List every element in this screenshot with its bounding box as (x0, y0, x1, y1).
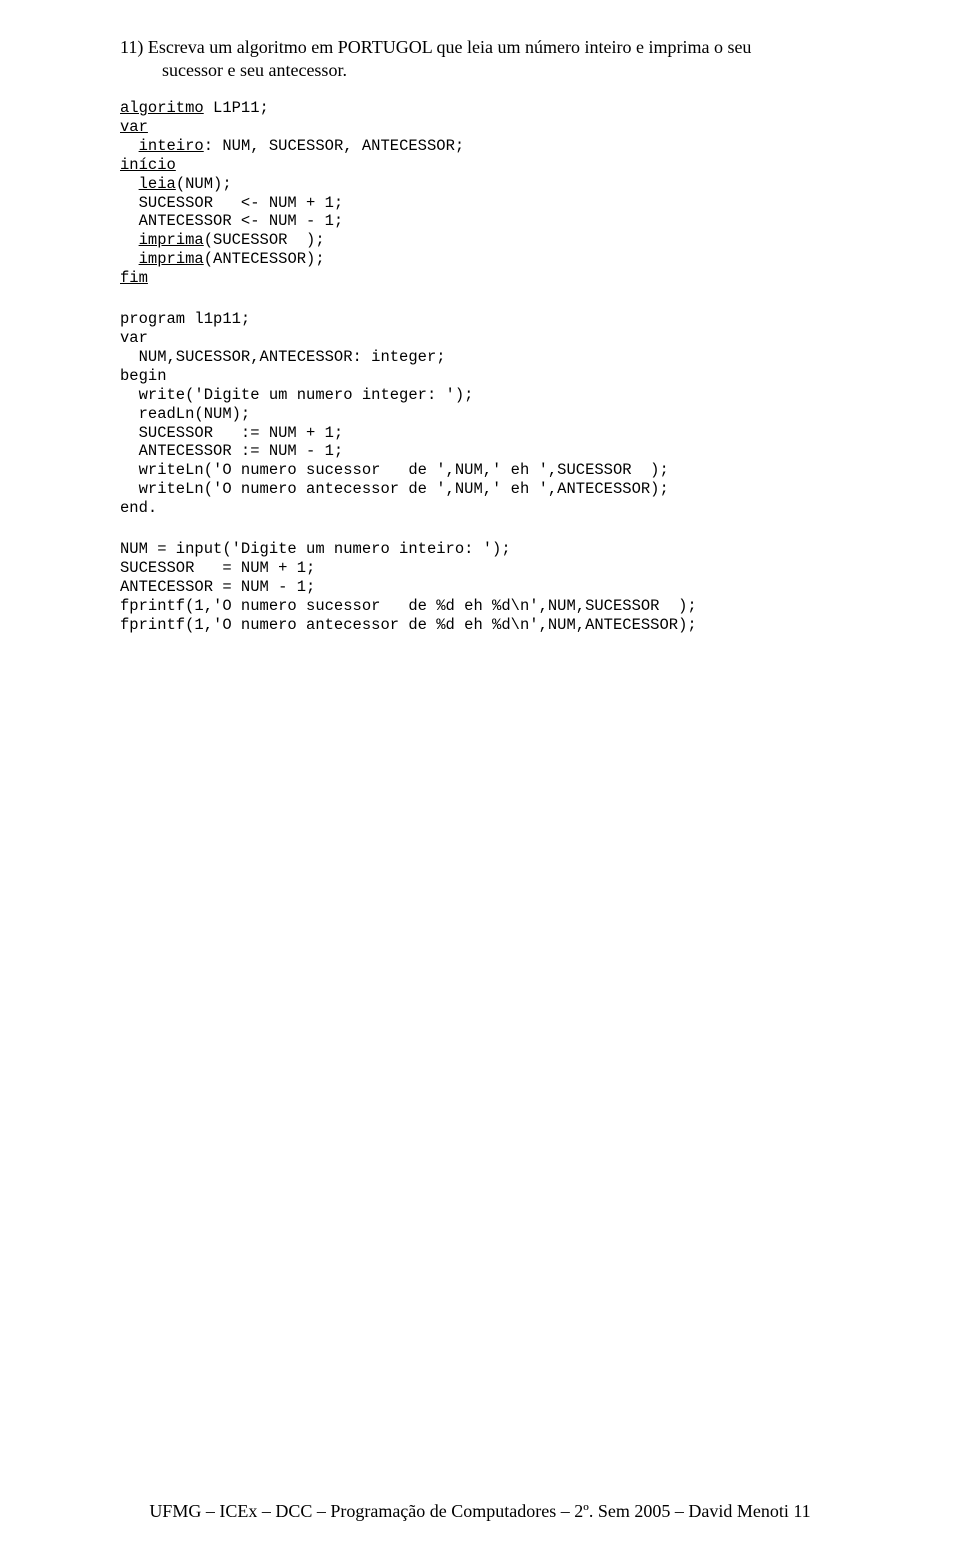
pascal-l9: writeLn('O numero sucessor de ',NUM,' eh… (120, 461, 669, 479)
keyword-inicio: início (120, 156, 176, 174)
question-text-line2: sucessor e seu antecessor. (120, 59, 870, 82)
portugol-antecessor: ANTECESSOR <- NUM - 1; (120, 212, 343, 230)
matlab-l5: fprintf(1,'O numero antecessor de %d eh … (120, 616, 697, 634)
page: 11) Escreva um algoritmo em PORTUGOL que… (0, 0, 960, 1550)
portugol-decl: : NUM, SUCESSOR, ANTECESSOR; (204, 137, 464, 155)
matlab-l1: NUM = input('Digite um numero inteiro: '… (120, 540, 511, 558)
pascal-l2: var (120, 329, 148, 347)
pascal-l6: readLn(NUM); (120, 405, 250, 423)
pascal-l10: writeLn('O numero antecessor de ',NUM,' … (120, 480, 669, 498)
question-line1: 11) Escreva um algoritmo em PORTUGOL que… (120, 36, 870, 59)
portugol-imp1: (SUCESSOR ); (204, 231, 325, 249)
question-number: 11) (120, 37, 143, 57)
pascal-l1: program l1p11; (120, 310, 250, 328)
keyword-inteiro: inteiro (139, 137, 204, 155)
pascal-l8: ANTECESSOR := NUM - 1; (120, 442, 343, 460)
matlab-l2: SUCESSOR = NUM + 1; (120, 559, 315, 577)
keyword-imprima1: imprima (139, 231, 204, 249)
pascal-l11: end. (120, 499, 157, 517)
keyword-algoritmo: algoritmo (120, 99, 204, 117)
question-text-line1: Escreva um algoritmo em PORTUGOL que lei… (148, 37, 752, 57)
question-block: 11) Escreva um algoritmo em PORTUGOL que… (120, 36, 870, 81)
portugol-sucessor: SUCESSOR <- NUM + 1; (120, 194, 343, 212)
pascal-l3: NUM,SUCESSOR,ANTECESSOR: integer; (120, 348, 446, 366)
pascal-l7: SUCESSOR := NUM + 1; (120, 424, 343, 442)
portugol-name: L1P11; (204, 99, 269, 117)
keyword-fim: fim (120, 269, 148, 287)
matlab-l4: fprintf(1,'O numero sucessor de %d eh %d… (120, 597, 697, 615)
pascal-l4: begin (120, 367, 167, 385)
keyword-leia: leia (139, 175, 176, 193)
page-footer: UFMG – ICEx – DCC – Programação de Compu… (0, 1501, 960, 1522)
keyword-imprima2: imprima (139, 250, 204, 268)
pascal-code: program l1p11; var NUM,SUCESSOR,ANTECESS… (120, 310, 870, 518)
matlab-code: NUM = input('Digite um numero inteiro: '… (120, 540, 870, 635)
portugol-code: algoritmo L1P11; var inteiro: NUM, SUCES… (120, 99, 870, 288)
matlab-l3: ANTECESSOR = NUM - 1; (120, 578, 315, 596)
pascal-l5: write('Digite um numero integer: '); (120, 386, 473, 404)
portugol-leia: (NUM); (176, 175, 232, 193)
keyword-var: var (120, 118, 148, 136)
portugol-imp2: (ANTECESSOR); (204, 250, 325, 268)
